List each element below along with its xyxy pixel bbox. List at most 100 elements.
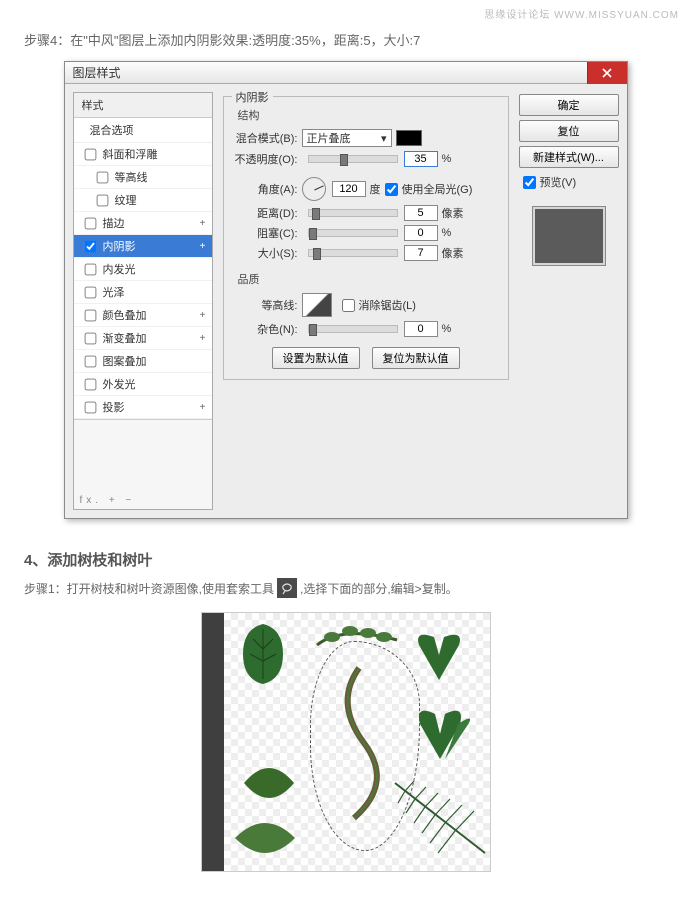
quality-label: 品质 [238, 271, 498, 287]
section4-title: 4、添加树枝和树叶 [24, 549, 667, 570]
choke-label: 阻塞(C): [234, 225, 302, 241]
blend-options-item[interactable]: 混合选项 [74, 118, 212, 143]
choke-slider[interactable] [308, 229, 398, 237]
sidebar-item-inner-glow[interactable]: 内发光 [74, 258, 212, 281]
stroke-checkbox[interactable] [84, 217, 96, 229]
opacity-slider[interactable] [308, 155, 398, 163]
step4-text: 步骤4：在"中风"图层上添加内阴影效果:透明度:35%，距离:5，大小:7 [24, 30, 667, 49]
sidebar-item-outer-glow[interactable]: 外发光 [74, 373, 212, 396]
bevel-checkbox[interactable] [84, 148, 96, 160]
chevron-down-icon: ▾ [381, 132, 387, 145]
reset-default-button[interactable]: 复位为默认值 [372, 347, 460, 369]
opacity-unit: % [442, 153, 452, 165]
sidebar-item-label: 颜色叠加 [103, 307, 147, 323]
canvas-area [224, 613, 490, 871]
noise-label: 杂色(N): [234, 321, 302, 337]
sidebar-item-label: 外发光 [103, 376, 136, 392]
angle-input[interactable] [332, 181, 366, 197]
sidebar-item-pattern-overlay[interactable]: 图案叠加 [74, 350, 212, 373]
sidebar-item-label: 内阴影 [103, 238, 136, 254]
sidebar-item-inner-shadow[interactable]: 内阴影 + [74, 235, 212, 258]
distance-unit: 像素 [442, 205, 464, 221]
styles-sidebar: 样式 混合选项 斜面和浮雕 等高线 纹理 [73, 92, 213, 510]
sidebar-item-drop-shadow[interactable]: 投影 + [74, 396, 212, 419]
blend-mode-label: 混合模式(B): [234, 130, 302, 146]
panel-legend: 内阴影 [232, 89, 273, 105]
angle-dial[interactable] [302, 177, 326, 201]
size-slider[interactable] [308, 249, 398, 257]
noise-unit: % [442, 323, 452, 335]
ok-button[interactable]: 确定 [519, 94, 619, 116]
noise-input[interactable] [404, 321, 438, 337]
preview-swatch [532, 206, 606, 266]
sidebar-item-label: 内发光 [103, 261, 136, 277]
resource-image [201, 612, 491, 872]
inner-shadow-checkbox[interactable] [84, 240, 96, 252]
preview-checkbox[interactable] [523, 176, 536, 189]
preview-label: 预览(V) [540, 174, 577, 190]
sidebar-footer[interactable]: fx. + − [74, 419, 212, 509]
add-icon[interactable]: + [200, 241, 206, 252]
sidebar-item-stroke[interactable]: 描边 + [74, 212, 212, 235]
sidebar-item-label: 纹理 [115, 192, 137, 208]
opacity-label: 不透明度(O): [234, 151, 302, 167]
global-light-checkbox[interactable] [385, 183, 398, 196]
satin-checkbox[interactable] [84, 286, 96, 298]
distance-slider[interactable] [308, 209, 398, 217]
sidebar-item-label: 投影 [103, 399, 125, 415]
sidebar-item-gradient-overlay[interactable]: 渐变叠加 + [74, 327, 212, 350]
drop-shadow-checkbox[interactable] [84, 401, 96, 413]
close-button[interactable] [587, 62, 627, 84]
blend-mode-select[interactable]: 正片叠底 ▾ [302, 129, 392, 147]
sidebar-item-satin[interactable]: 光泽 [74, 281, 212, 304]
sidebar-item-color-overlay[interactable]: 颜色叠加 + [74, 304, 212, 327]
size-label: 大小(S): [234, 245, 302, 261]
angle-label: 角度(A): [234, 181, 302, 197]
close-icon [602, 68, 612, 78]
choke-unit: % [442, 227, 452, 239]
leaf-icon [234, 753, 304, 813]
reset-button[interactable]: 复位 [519, 120, 619, 142]
distance-input[interactable] [404, 205, 438, 221]
angle-unit: 度 [370, 181, 381, 197]
settings-panel: 内阴影 结构 混合模式(B): 正片叠底 ▾ 不透明度(O): [221, 92, 511, 510]
size-unit: 像素 [442, 245, 464, 261]
contour-checkbox[interactable] [96, 171, 108, 183]
sidebar-item-bevel[interactable]: 斜面和浮雕 [74, 143, 212, 166]
sidebar-item-label: 光泽 [103, 284, 125, 300]
gradient-overlay-checkbox[interactable] [84, 332, 96, 344]
new-style-button[interactable]: 新建样式(W)... [519, 146, 619, 168]
global-light-label: 使用全局光(G) [402, 181, 473, 197]
size-input[interactable] [404, 245, 438, 261]
pattern-overlay-checkbox[interactable] [84, 355, 96, 367]
sidebar-item-label: 等高线 [115, 169, 148, 185]
contour-label: 等高线: [234, 297, 302, 313]
color-overlay-checkbox[interactable] [84, 309, 96, 321]
dialog-titlebar[interactable]: 图层样式 [65, 62, 627, 84]
leaf-icon [230, 813, 300, 863]
anti-alias-label: 消除锯齿(L) [359, 297, 416, 313]
noise-slider[interactable] [308, 325, 398, 333]
color-swatch[interactable] [396, 130, 422, 146]
outer-glow-checkbox[interactable] [84, 378, 96, 390]
add-icon[interactable]: + [200, 310, 206, 321]
add-icon[interactable]: + [200, 218, 206, 229]
anti-alias-checkbox[interactable] [342, 299, 355, 312]
contour-picker[interactable] [302, 293, 332, 317]
dialog-buttons: 确定 复位 新建样式(W)... 预览(V) [519, 92, 619, 510]
make-default-button[interactable]: 设置为默认值 [272, 347, 360, 369]
sidebar-item-contour[interactable]: 等高线 [74, 166, 212, 189]
choke-input[interactable] [404, 225, 438, 241]
opacity-input[interactable] [404, 151, 438, 167]
sidebar-item-label: 描边 [103, 215, 125, 231]
sidebar-item-texture[interactable]: 纹理 [74, 189, 212, 212]
sidebar-item-label: 渐变叠加 [103, 330, 147, 346]
leaf-icon [404, 625, 474, 685]
watermark: 思缘设计论坛 WWW.MISSYUAN.COM [484, 6, 679, 21]
texture-checkbox[interactable] [96, 194, 108, 206]
add-icon[interactable]: + [200, 333, 206, 344]
lasso-tool-icon [277, 578, 297, 598]
step1-text: 步骤1：打开树枝和树叶资源图像,使用套索工具 ,选择下面的部分,编辑>复制。 [24, 578, 667, 598]
inner-glow-checkbox[interactable] [84, 263, 96, 275]
add-icon[interactable]: + [200, 402, 206, 413]
